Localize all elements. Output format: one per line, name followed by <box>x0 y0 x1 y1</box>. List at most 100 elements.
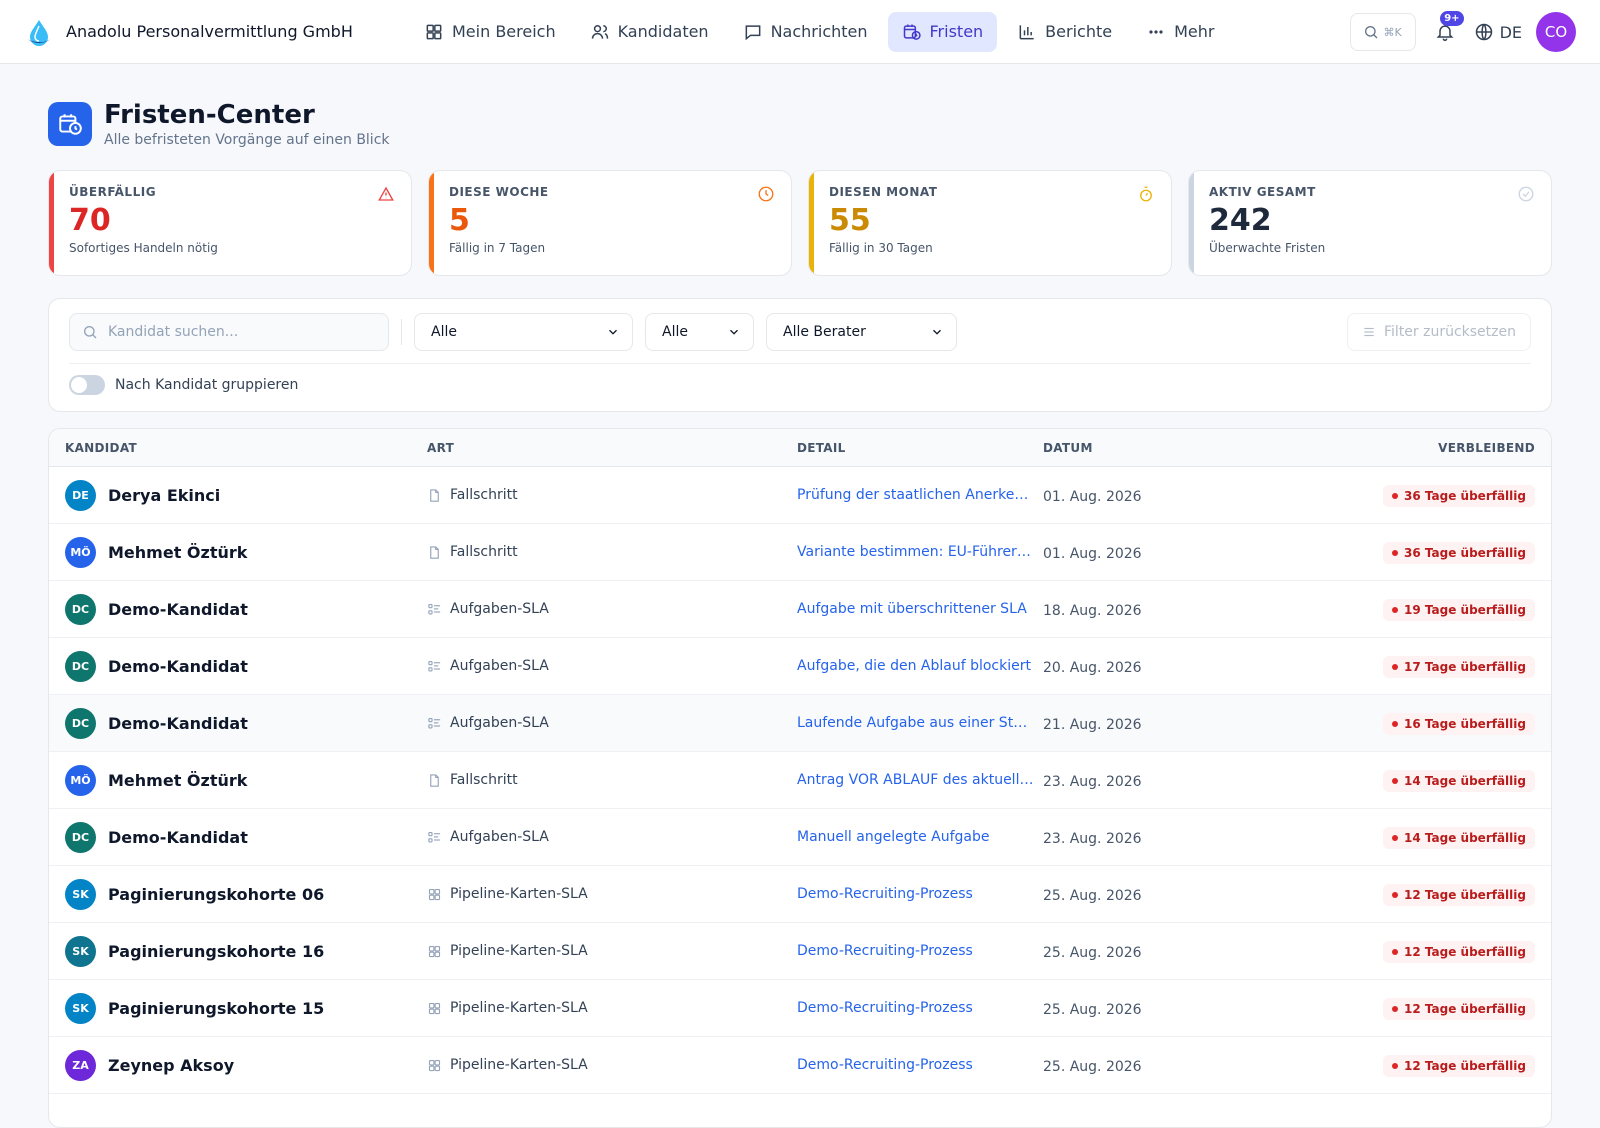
table-row[interactable]: MÖ Mehmet Öztürk Fallschritt Variante besti… <box>49 524 1551 581</box>
candidate-name[interactable]: Paginierungskohorte 06 <box>108 885 324 904</box>
nav-item-mein-bereich[interactable]: Mein Bereich <box>410 12 570 52</box>
stat-label: DIESEN MONAT <box>829 185 938 199</box>
table-row[interactable]: MÖ Mehmet Öztürk Fallschritt Antrag VOR ABL… <box>49 752 1551 809</box>
detail-link[interactable]: Prüfung der staatlichen Anerkennung <box>797 487 1035 503</box>
stat-hint: Fällig in 7 Tagen <box>449 241 546 255</box>
user-avatar[interactable]: CO <box>1536 12 1576 52</box>
bar-chart-icon <box>1019 24 1034 39</box>
nav-item-fristen[interactable]: Fristen <box>887 11 998 52</box>
detail-link[interactable]: Laufende Aufgabe aus einer Stufe <box>797 715 1035 731</box>
file-icon <box>430 773 439 787</box>
detail-link[interactable]: Aufgabe, die den Ablauf blockiert <box>797 658 1035 674</box>
deadline-type: Aufgaben-SLA <box>450 829 549 845</box>
detail-link[interactable]: Antrag VOR ABLAUF des aktuellen <box>797 772 1035 788</box>
detail-link[interactable]: Variante bestimmen: EU-Führerschein <box>797 544 1035 560</box>
advisor-select[interactable]: Alle Berater <box>766 313 957 351</box>
table-row[interactable]: SK Paginierungskohorte 15 Pipeline-Karten-… <box>49 980 1551 1037</box>
stat-value: 242 <box>1209 203 1272 238</box>
main-nav: Mein Bereich Kandidaten Nachrichten Fristen… <box>410 11 1228 52</box>
kanban-icon <box>428 945 441 957</box>
detail-link[interactable]: Demo-Recruiting-Prozess <box>797 886 1035 902</box>
candidate-name[interactable]: Demo-Kandidat <box>108 828 248 847</box>
kanban-icon <box>428 1059 441 1071</box>
column-header-remaining[interactable]: VERBLEIBEND <box>1235 441 1551 455</box>
candidate-name[interactable]: Derya Ekinci <box>108 486 220 505</box>
column-header-type[interactable]: ART <box>419 441 789 455</box>
table-row[interactable]: DC Demo-Kandidat Aufgaben-SLA Aufgabe mit ü… <box>49 581 1551 638</box>
language-switcher[interactable]: DE <box>1474 22 1522 42</box>
due-date: 18. Aug. 2026 <box>1043 602 1142 619</box>
remaining-label: 19 Tage überfällig <box>1404 602 1526 617</box>
candidate-name[interactable]: Demo-Kandidat <box>108 714 248 733</box>
status-dot <box>1392 891 1399 898</box>
calendar-clock-icon <box>903 24 921 40</box>
stat-hint: Fällig in 30 Tagen <box>829 241 933 255</box>
table-row[interactable]: DC Demo-Kandidat Aufgaben-SLA Manuell angel… <box>49 809 1551 866</box>
candidate-name[interactable]: Demo-Kandidat <box>108 657 248 676</box>
group-by-candidate-toggle[interactable] <box>69 375 105 395</box>
more-icon <box>1149 29 1163 34</box>
task-list-icon <box>428 603 441 614</box>
candidate-name[interactable]: Demo-Kandidat <box>108 600 248 619</box>
nav-item-mehr[interactable]: Mehr <box>1132 12 1228 52</box>
nav-item-label: Kandidaten <box>617 22 709 41</box>
grid-icon <box>426 24 442 39</box>
status-dot <box>1392 1005 1399 1012</box>
kanban-icon <box>428 1002 441 1014</box>
remaining-label: 12 Tage überfällig <box>1404 944 1526 959</box>
candidate-search-input[interactable] <box>108 324 368 340</box>
deadline-type: Aufgaben-SLA <box>450 658 549 674</box>
page-subtitle: Alle befristeten Vorgänge auf einen Blic… <box>104 132 390 148</box>
nav-item-kandidaten[interactable]: Kandidaten <box>576 12 723 52</box>
reset-filters-label: Filter zurücksetzen <box>1383 324 1516 340</box>
remaining-label: 14 Tage überfällig <box>1404 830 1526 845</box>
status-select[interactable]: Alle <box>645 313 754 351</box>
table-row[interactable]: ZA Zeynep Aksoy Pipeline-Karten-SLA Demo-Re… <box>49 1037 1551 1094</box>
status-dot <box>1392 606 1399 613</box>
remaining-label: 36 Tage überfällig <box>1404 488 1526 503</box>
deadline-type: Fallschritt <box>450 544 518 560</box>
due-date: 23. Aug. 2026 <box>1043 773 1142 790</box>
candidate-search[interactable] <box>69 313 389 351</box>
deadline-type: Fallschritt <box>450 772 518 788</box>
status-badge: 14 Tage überfällig <box>1383 769 1535 792</box>
notifications-button[interactable]: 9+ <box>1430 11 1464 47</box>
candidate-name[interactable]: Paginierungskohorte 16 <box>108 942 324 961</box>
detail-link[interactable]: Aufgabe mit überschrittener SLA <box>797 601 1035 617</box>
detail-link[interactable]: Demo-Recruiting-Prozess <box>797 1057 1035 1073</box>
stat-label: ÜBERFÄLLIG <box>69 185 157 199</box>
table-row[interactable]: DC Demo-Kandidat Aufgaben-SLA Laufende Aufg… <box>49 695 1551 752</box>
candidate-name[interactable]: Mehmet Öztürk <box>108 543 247 562</box>
column-header-candidate[interactable]: KANDIDAT <box>49 441 419 455</box>
detail-link[interactable]: Manuell angelegte Aufgabe <box>797 829 1035 845</box>
stat-card-diese-woche[interactable]: DIESE WOCHE 5 Fällig in 7 Tagen <box>428 170 792 276</box>
table-row[interactable]: SK Paginierungskohorte 16 Pipeline-Karten-… <box>49 923 1551 980</box>
table-row[interactable]: SK Paginierungskohorte 06 Pipeline-Karten-… <box>49 866 1551 923</box>
candidate-name[interactable]: Zeynep Aksoy <box>108 1056 234 1075</box>
message-icon <box>745 24 760 40</box>
reset-filters-button[interactable]: Filter zurücksetzen <box>1346 313 1531 351</box>
stats-row: ÜBERFÄLLIG 70 Sofortiges Handeln nötig DIES… <box>48 170 1552 276</box>
check-circle-icon <box>1517 185 1535 203</box>
stat-label: DIESE WOCHE <box>449 185 549 199</box>
candidate-name[interactable]: Mehmet Öztürk <box>108 771 247 790</box>
column-header-detail[interactable]: DETAIL <box>789 441 1035 455</box>
type-select[interactable]: Alle <box>414 313 633 351</box>
nav-item-nachrichten[interactable]: Nachrichten <box>729 12 882 52</box>
candidate-name[interactable]: Paginierungskohorte 15 <box>108 999 324 1018</box>
stat-card-diesen-monat[interactable]: DIESEN MONAT 55 Fällig in 30 Tagen <box>808 170 1172 276</box>
table-row[interactable]: DC Demo-Kandidat Aufgaben-SLA Aufgabe, die … <box>49 638 1551 695</box>
nav-item-berichte[interactable]: Berichte <box>1003 12 1126 52</box>
search-icon <box>1365 26 1378 39</box>
brand[interactable]: Anadolu Personalvermittlung GmbH <box>24 17 404 47</box>
stat-card-aktiv-gesamt[interactable]: AKTIV GESAMT 242 Überwachte Fristen <box>1188 170 1552 276</box>
global-search-button[interactable]: ⌘K <box>1349 13 1416 51</box>
detail-link[interactable]: Demo-Recruiting-Prozess <box>797 1000 1035 1016</box>
detail-link[interactable]: Demo-Recruiting-Prozess <box>797 943 1035 959</box>
status-badge: 17 Tage überfällig <box>1383 655 1535 678</box>
table-row[interactable]: DE Derya Ekinci Fallschritt Prüfung der sta… <box>49 467 1551 524</box>
column-header-date[interactable]: DATUM <box>1035 441 1235 455</box>
status-badge: 12 Tage überfällig <box>1383 997 1535 1020</box>
filter-reset-icon <box>1364 327 1374 337</box>
stat-card-überfällig[interactable]: ÜBERFÄLLIG 70 Sofortiges Handeln nötig <box>48 170 412 276</box>
